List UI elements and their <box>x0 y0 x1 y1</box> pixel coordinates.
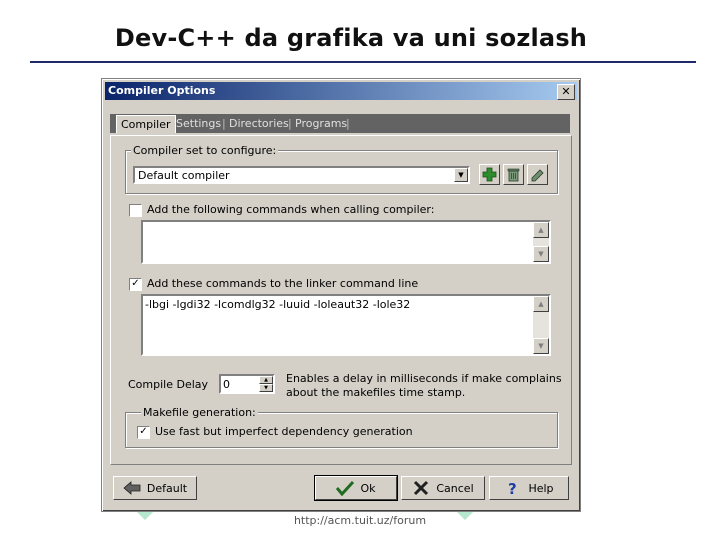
title-underline <box>30 61 696 63</box>
linker-cmds-value: -lbgi -lgdi32 -lcomdlg32 -luuid -loleaut… <box>145 298 411 311</box>
help-button-label: Help <box>528 481 554 495</box>
compiler-set-select[interactable]: Default compiler ▼ <box>133 166 470 184</box>
close-button[interactable]: ✕ <box>557 84 575 100</box>
cancel-button-label: Cancel <box>436 481 474 495</box>
dialog-title: Compiler Options <box>108 84 216 97</box>
compile-delay-value: 0 <box>223 378 230 391</box>
compile-delay-label: Compile Delay <box>128 378 209 391</box>
ok-button[interactable]: Ok <box>314 475 398 501</box>
scroll-up-icon[interactable]: ▲ <box>533 296 549 312</box>
compile-delay-hint-1: Enables a delay in milliseconds if make … <box>286 372 562 385</box>
tab-separator: | <box>346 117 350 130</box>
scroll-down-icon[interactable]: ▼ <box>533 338 549 354</box>
fast-dependency-checkbox[interactable]: ✓ <box>137 426 150 439</box>
compiler-cmds-checkbox[interactable] <box>129 204 142 217</box>
tab-strip: Compiler Settings | Directories | Progra… <box>110 114 570 133</box>
help-button[interactable]: ? Help <box>489 476 569 500</box>
compile-delay-spin-buttons[interactable]: ▲ ▼ <box>259 376 273 392</box>
checkmark-icon <box>336 480 355 496</box>
default-button[interactable]: Default <box>113 476 197 500</box>
fast-dependency-label: Use fast but imperfect dependency genera… <box>155 425 413 438</box>
slide-footer-url: http://acm.tuit.uz/forum <box>293 514 427 527</box>
default-button-label: Default <box>146 481 188 495</box>
chevron-down-icon[interactable]: ▼ <box>454 168 468 182</box>
tab-compiler[interactable]: Compiler <box>116 115 176 133</box>
scroll-up-icon[interactable]: ▲ <box>533 222 549 238</box>
question-help-icon: ? <box>508 480 517 496</box>
compiler-set-group-label: Compiler set to configure: <box>131 144 279 157</box>
scroll-down-icon[interactable]: ▼ <box>533 246 549 262</box>
linker-cmds-label: Add these commands to the linker command… <box>147 277 419 290</box>
svg-text:?: ? <box>508 480 517 496</box>
compiler-cmds-textarea[interactable]: ▲ ▼ <box>141 220 551 264</box>
cancel-button[interactable]: Cancel <box>401 476 485 500</box>
tab-programs[interactable]: Programs <box>291 116 351 131</box>
compile-delay-spinner[interactable]: 0 ▲ ▼ <box>219 374 275 394</box>
x-cancel-icon <box>414 480 429 496</box>
rename-compiler-icon <box>531 169 544 182</box>
spin-up-icon[interactable]: ▲ <box>259 376 273 384</box>
makefile-group-label: Makefile generation: <box>141 406 258 419</box>
compiler-tab-panel: Compiler set to configure: Default compi… <box>110 135 572 465</box>
add-compiler-icon <box>482 167 497 182</box>
compiler-cmds-label: Add the following commands when calling … <box>147 203 435 216</box>
slide-title: Dev-C++ da grafika va uni sozlash <box>114 24 588 52</box>
back-arrow-icon <box>123 481 141 495</box>
linker-cmds-scrollbar[interactable]: ▲ ▼ <box>533 296 549 354</box>
compile-delay-hint-2: about the makefiles time stamp. <box>286 386 466 399</box>
delete-compiler-icon <box>507 168 520 182</box>
spin-down-icon[interactable]: ▼ <box>259 384 273 392</box>
delete-compiler-button[interactable] <box>503 164 524 185</box>
tab-directories[interactable]: Directories <box>225 116 293 131</box>
compiler-set-value: Default compiler <box>138 169 230 182</box>
tab-settings[interactable]: Settings <box>172 116 225 131</box>
compiler-options-dialog: Compiler Options ✕ Compiler Settings | D… <box>101 78 581 512</box>
linker-cmds-textarea[interactable]: -lbgi -lgdi32 -lcomdlg32 -luuid -loleaut… <box>141 294 551 356</box>
dialog-titlebar[interactable]: Compiler Options ✕ <box>105 82 577 100</box>
add-compiler-button[interactable] <box>479 164 500 185</box>
linker-cmds-checkbox[interactable]: ✓ <box>129 278 142 291</box>
rename-compiler-button[interactable] <box>527 164 548 185</box>
compiler-cmds-scrollbar[interactable]: ▲ ▼ <box>533 222 549 262</box>
ok-button-label: Ok <box>360 481 376 495</box>
